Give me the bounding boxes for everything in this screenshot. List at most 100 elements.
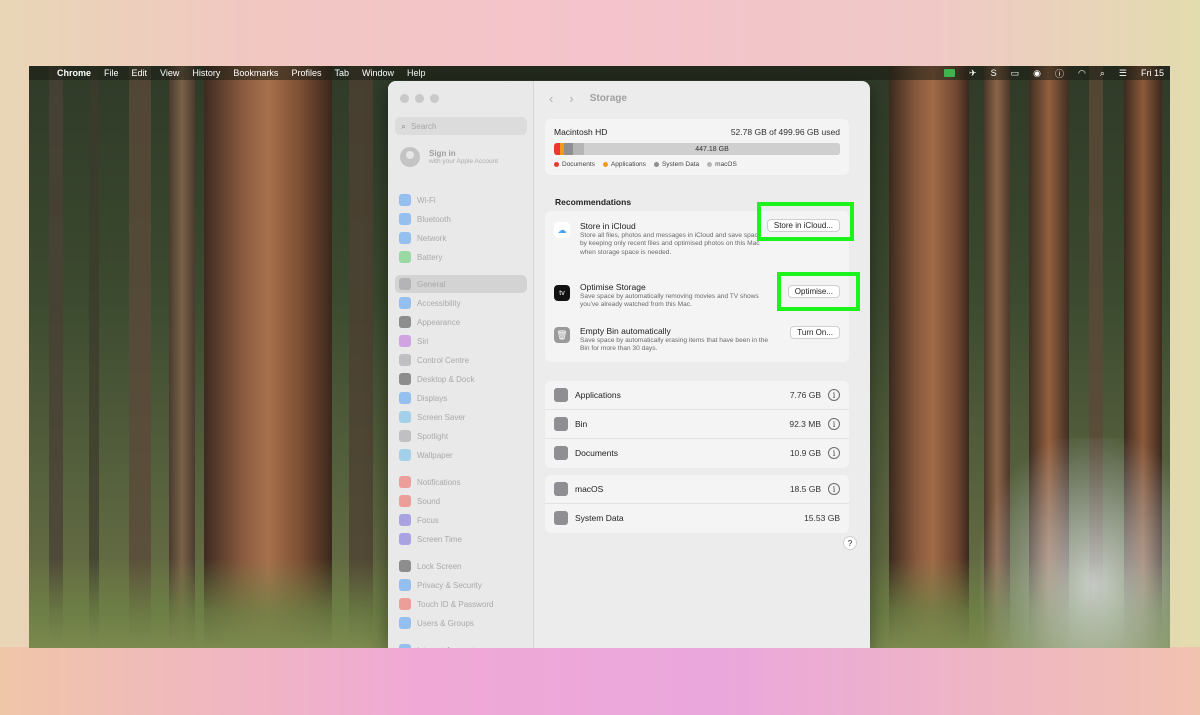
sidebar-item-focus[interactable]: Focus xyxy=(395,511,527,529)
rec-empty-bin: 🗑 Empty Bin automatically Save space by … xyxy=(545,315,849,362)
sidebar-item-control-centre[interactable]: Control Centre xyxy=(395,351,527,369)
category-row-system-data[interactable]: System Data 15.53 GB xyxy=(545,504,849,533)
sidebar-item-wi-fi[interactable]: Wi-Fi xyxy=(395,191,527,209)
category-name: Applications xyxy=(575,390,621,400)
battery-icon[interactable]: ▭ xyxy=(1011,68,1020,79)
page-title: Storage xyxy=(589,93,627,104)
script-icon[interactable]: S xyxy=(991,68,997,78)
rec-desc: Store all files, photos and messages in … xyxy=(580,232,762,256)
system-data-icon xyxy=(554,511,568,525)
general-icon xyxy=(399,278,411,290)
sidebar-item-label: Touch ID & Password xyxy=(417,599,494,609)
sidebar-item-wallpaper[interactable]: Wallpaper xyxy=(395,446,527,464)
sidebar-item-label: Displays xyxy=(417,393,448,403)
back-icon[interactable]: ‹ xyxy=(549,91,553,106)
screen-time-icon xyxy=(399,533,411,545)
appearance-icon xyxy=(399,316,411,328)
zoom-icon[interactable] xyxy=(430,94,439,103)
rec-title: Empty Bin automatically xyxy=(580,326,671,336)
status-app-icon[interactable] xyxy=(944,69,956,77)
lock-screen-icon xyxy=(399,560,411,572)
rec-title: Store in iCloud xyxy=(580,221,636,231)
control-centre-icon[interactable]: ☰ xyxy=(1119,68,1127,79)
menu-app-name[interactable]: Chrome xyxy=(57,68,91,78)
sidebar-item-siri[interactable]: Siri xyxy=(395,332,527,350)
play-icon[interactable]: ◉ xyxy=(1033,68,1041,79)
sidebar-item-general[interactable]: General xyxy=(395,275,527,293)
sidebar-item-desktop-dock[interactable]: Desktop & Dock xyxy=(395,370,527,388)
bar-macos xyxy=(573,143,584,155)
control-centre-icon xyxy=(399,354,411,366)
sidebar-item-bluetooth[interactable]: Bluetooth xyxy=(395,210,527,228)
category-row-bin[interactable]: Bin 92.3 MB i xyxy=(545,410,849,439)
recommendations-heading: Recommendations xyxy=(555,197,632,207)
disk-usage-card: Macintosh HD 52.78 GB of 499.96 GB used … xyxy=(545,119,849,175)
sidebar: ⌕ Search Sign in with your Apple Account… xyxy=(388,81,534,648)
sidebar-item-privacy-security[interactable]: Privacy & Security xyxy=(395,576,527,594)
sidebar-item-network[interactable]: Network xyxy=(395,229,527,247)
airplane-icon[interactable]: ✈ xyxy=(969,68,977,79)
sidebar-item-spotlight[interactable]: Spotlight xyxy=(395,427,527,445)
sidebar-item-sound[interactable]: Sound xyxy=(395,492,527,510)
info-icon[interactable]: i xyxy=(828,447,840,459)
menu-clock[interactable]: Fri 15 xyxy=(1141,68,1164,78)
bin-icon: 🗑 xyxy=(554,327,570,343)
menu-file[interactable]: File xyxy=(104,68,119,78)
displays-icon xyxy=(399,392,411,404)
sidebar-item-screen-time[interactable]: Screen Time xyxy=(395,530,527,548)
forward-icon[interactable]: › xyxy=(569,91,573,106)
sidebar-item-label: Bluetooth xyxy=(417,214,451,224)
info-icon[interactable]: i xyxy=(828,418,840,430)
apple-account-signin[interactable]: Sign in with your Apple Account xyxy=(400,147,498,167)
sidebar-item-lock-screen[interactable]: Lock Screen xyxy=(395,557,527,575)
close-icon[interactable] xyxy=(400,94,409,103)
system-settings-window: ⌕ Search Sign in with your Apple Account… xyxy=(388,81,870,648)
sidebar-item-internet-accounts[interactable]: Internet Accounts xyxy=(395,641,527,648)
spotlight-icon[interactable]: ⌕ xyxy=(1100,68,1105,79)
menu-help[interactable]: Help xyxy=(407,68,426,78)
sidebar-item-touch-id-password[interactable]: Touch ID & Password xyxy=(395,595,527,613)
toolbar: ‹ › Storage xyxy=(549,91,627,106)
info-icon[interactable]: i xyxy=(828,483,840,495)
privacy-security-icon xyxy=(399,579,411,591)
help-button[interactable]: ? xyxy=(843,536,857,550)
category-name: System Data xyxy=(575,513,624,523)
sidebar-item-label: Desktop & Dock xyxy=(417,374,475,384)
sidebar-item-users-groups[interactable]: Users & Groups xyxy=(395,614,527,632)
sidebar-item-label: Siri xyxy=(417,336,429,346)
category-size: 15.53 GB xyxy=(804,513,840,523)
info-icon[interactable]: i xyxy=(828,389,840,401)
sidebar-item-accessibility[interactable]: Accessibility xyxy=(395,294,527,312)
menu-bookmarks[interactable]: Bookmarks xyxy=(233,68,278,78)
info-menu-icon[interactable]: ⓘ xyxy=(1055,67,1064,80)
sidebar-item-label: Wi-Fi xyxy=(417,195,436,205)
menu-view[interactable]: View xyxy=(160,68,179,78)
sidebar-item-screen-saver[interactable]: Screen Saver xyxy=(395,408,527,426)
disk-name: Macintosh HD xyxy=(554,127,608,137)
category-row-macos[interactable]: macOS 18.5 GB i xyxy=(545,475,849,504)
spotlight-icon xyxy=(399,430,411,442)
menu-window[interactable]: Window xyxy=(362,68,394,78)
turn-on-button[interactable]: Turn On... xyxy=(790,326,840,339)
menu-tab[interactable]: Tab xyxy=(334,68,349,78)
rec-title: Optimise Storage xyxy=(580,282,646,292)
rec-desc: Save space by automatically removing mov… xyxy=(580,293,759,309)
icloud-icon: ☁ xyxy=(554,222,570,238)
sidebar-item-battery[interactable]: Battery xyxy=(395,248,527,266)
menu-edit[interactable]: Edit xyxy=(132,68,148,78)
minimize-icon[interactable] xyxy=(415,94,424,103)
sidebar-item-appearance[interactable]: Appearance xyxy=(395,313,527,331)
internet-accounts-icon xyxy=(399,644,411,648)
search-placeholder: Search xyxy=(411,121,437,131)
documents-icon xyxy=(554,446,568,460)
category-row-documents[interactable]: Documents 10.9 GB i xyxy=(545,439,849,468)
menu-history[interactable]: History xyxy=(192,68,220,78)
wifi-icon[interactable]: ◠ xyxy=(1078,68,1086,79)
macos-icon xyxy=(554,482,568,496)
menu-profiles[interactable]: Profiles xyxy=(291,68,321,78)
sidebar-item-notifications[interactable]: Notifications xyxy=(395,473,527,491)
sidebar-item-displays[interactable]: Displays xyxy=(395,389,527,407)
category-row-applications[interactable]: Applications 7.76 GB i xyxy=(545,381,849,410)
search-input[interactable]: ⌕ Search xyxy=(395,117,527,135)
users-groups-icon xyxy=(399,617,411,629)
